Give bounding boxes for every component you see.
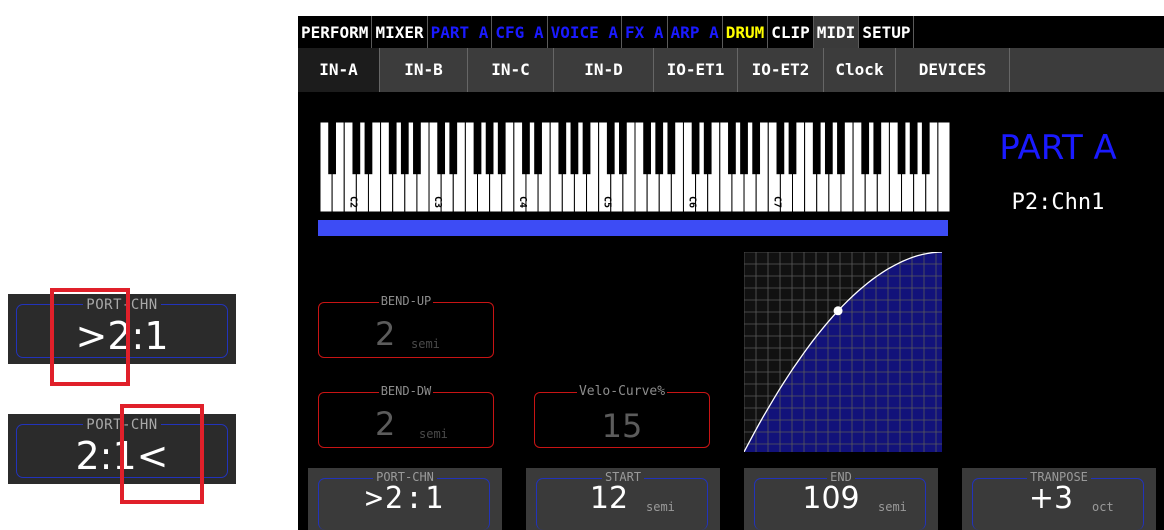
tab-setup[interactable]: SETUP bbox=[859, 16, 915, 48]
black-key[interactable] bbox=[788, 122, 797, 175]
subtab-clock[interactable]: Clock bbox=[824, 48, 896, 92]
black-key[interactable] bbox=[328, 122, 336, 175]
start-field[interactable]: START 12 semi bbox=[526, 468, 720, 530]
black-key[interactable] bbox=[485, 122, 494, 175]
black-key[interactable] bbox=[776, 122, 785, 175]
part-title: PART A bbox=[999, 128, 1117, 168]
bend-dw-label: BEND-DW bbox=[378, 384, 434, 398]
velo-curve-label: Velo-Curve% bbox=[576, 384, 668, 399]
bend-dw-unit: semi bbox=[419, 427, 448, 441]
black-key[interactable] bbox=[497, 122, 506, 175]
black-key[interactable] bbox=[655, 122, 664, 175]
subtab-in-b[interactable]: IN-B bbox=[380, 48, 468, 92]
octave-label: C3 bbox=[432, 196, 443, 208]
black-key[interactable] bbox=[861, 122, 870, 175]
black-key[interactable] bbox=[921, 122, 930, 175]
tab-mixer[interactable]: MIXER bbox=[372, 16, 428, 48]
octave-label: C5 bbox=[602, 196, 613, 208]
black-key[interactable] bbox=[619, 122, 627, 175]
octave-label: C2 bbox=[347, 196, 358, 208]
black-key[interactable] bbox=[364, 122, 373, 175]
port-chn-field[interactable]: PORT-CHN >2:1 bbox=[308, 468, 502, 530]
tab-arp-a[interactable]: ARP A bbox=[667, 16, 723, 48]
end-field[interactable]: END 109 semi bbox=[744, 468, 938, 530]
port-chn-value: >2:1 bbox=[364, 481, 446, 516]
black-key[interactable] bbox=[522, 122, 530, 175]
tab-cfg-a[interactable]: CFG A bbox=[492, 16, 548, 48]
black-key[interactable] bbox=[388, 122, 397, 175]
piano-keyboard[interactable]: C2 C3 C4 C5 C6 C7 bbox=[320, 122, 950, 212]
transpose-unit: oct bbox=[1092, 500, 1114, 514]
bend-up-unit: semi bbox=[411, 337, 440, 351]
black-key[interactable] bbox=[437, 122, 446, 175]
velo-curve-value: 15 bbox=[601, 407, 643, 445]
black-key[interactable] bbox=[570, 122, 579, 175]
octave-label: C7 bbox=[771, 196, 782, 208]
key-range-bar bbox=[318, 220, 948, 236]
part-channel: P2:Chn1 bbox=[1011, 190, 1105, 215]
curve-handle[interactable] bbox=[833, 306, 843, 316]
octave-label: C4 bbox=[517, 196, 528, 208]
port-highlight-box bbox=[50, 288, 130, 386]
velocity-curve-graph[interactable] bbox=[744, 252, 942, 452]
black-key[interactable] bbox=[873, 122, 882, 175]
tab-drum[interactable]: DRUM bbox=[722, 16, 769, 48]
black-key[interactable] bbox=[534, 122, 542, 175]
black-key[interactable] bbox=[413, 122, 421, 175]
black-key[interactable] bbox=[812, 122, 821, 175]
black-key[interactable] bbox=[352, 122, 361, 175]
tab-midi[interactable]: MIDI bbox=[813, 16, 860, 48]
subtab-in-c[interactable]: IN-C bbox=[468, 48, 554, 92]
black-key[interactable] bbox=[837, 122, 845, 175]
white-key[interactable] bbox=[937, 122, 950, 212]
bend-up-label: BEND-UP bbox=[378, 294, 434, 308]
bend-dw-value: 2 bbox=[375, 405, 396, 443]
bend-dw-field[interactable]: BEND-DW 2 semi bbox=[318, 384, 494, 448]
black-key[interactable] bbox=[824, 122, 833, 175]
transpose-value: +3 bbox=[1028, 481, 1074, 516]
velo-curve-field[interactable]: Velo-Curve% 15 bbox=[534, 384, 710, 448]
black-key[interactable] bbox=[400, 122, 409, 175]
black-key[interactable] bbox=[897, 122, 906, 175]
black-key[interactable] bbox=[473, 122, 482, 175]
tab-perform[interactable]: PERFORM bbox=[298, 16, 373, 48]
device-screen: PERFORM MIXER PART A CFG A VOICE A FX A … bbox=[298, 16, 1164, 530]
octave-label: C6 bbox=[687, 196, 698, 208]
black-key[interactable] bbox=[740, 122, 748, 175]
black-key[interactable] bbox=[728, 122, 736, 175]
subtab-devices[interactable]: DEVICES bbox=[896, 48, 1010, 92]
end-unit: semi bbox=[878, 500, 907, 514]
subtab-bar-fill bbox=[1010, 48, 1164, 92]
black-key[interactable] bbox=[691, 122, 700, 175]
start-value: 12 bbox=[589, 481, 629, 516]
black-key[interactable] bbox=[449, 122, 458, 175]
bend-up-value: 2 bbox=[375, 315, 396, 353]
black-key[interactable] bbox=[606, 122, 615, 175]
start-unit: semi bbox=[646, 500, 675, 514]
black-key[interactable] bbox=[643, 122, 651, 175]
bend-up-field[interactable]: BEND-UP 2 semi bbox=[318, 294, 494, 358]
black-key[interactable] bbox=[558, 122, 567, 175]
sub-tab-bar: IN-A IN-B IN-C IN-D IO-ET1 IO-ET2 Clock … bbox=[298, 48, 1010, 94]
tab-fx-a[interactable]: FX A bbox=[622, 16, 668, 48]
top-tab-bar: PERFORM MIXER PART A CFG A VOICE A FX A … bbox=[298, 16, 915, 48]
black-key[interactable] bbox=[909, 122, 918, 175]
black-key[interactable] bbox=[667, 122, 676, 175]
tab-clip[interactable]: CLIP bbox=[768, 16, 814, 48]
black-key[interactable] bbox=[703, 122, 712, 175]
subtab-io-et1[interactable]: IO-ET1 bbox=[654, 48, 738, 92]
black-key[interactable] bbox=[582, 122, 591, 175]
tab-voice-a[interactable]: VOICE A bbox=[547, 16, 623, 48]
tab-part-a[interactable]: PART A bbox=[427, 16, 493, 48]
black-key[interactable] bbox=[752, 122, 761, 175]
subtab-in-a[interactable]: IN-A bbox=[298, 48, 380, 92]
transpose-field[interactable]: TRANPOSE +3 oct bbox=[962, 468, 1156, 530]
chn-highlight-box bbox=[120, 404, 204, 504]
subtab-in-d[interactable]: IN-D bbox=[554, 48, 654, 92]
subtab-io-et2[interactable]: IO-ET2 bbox=[738, 48, 824, 92]
